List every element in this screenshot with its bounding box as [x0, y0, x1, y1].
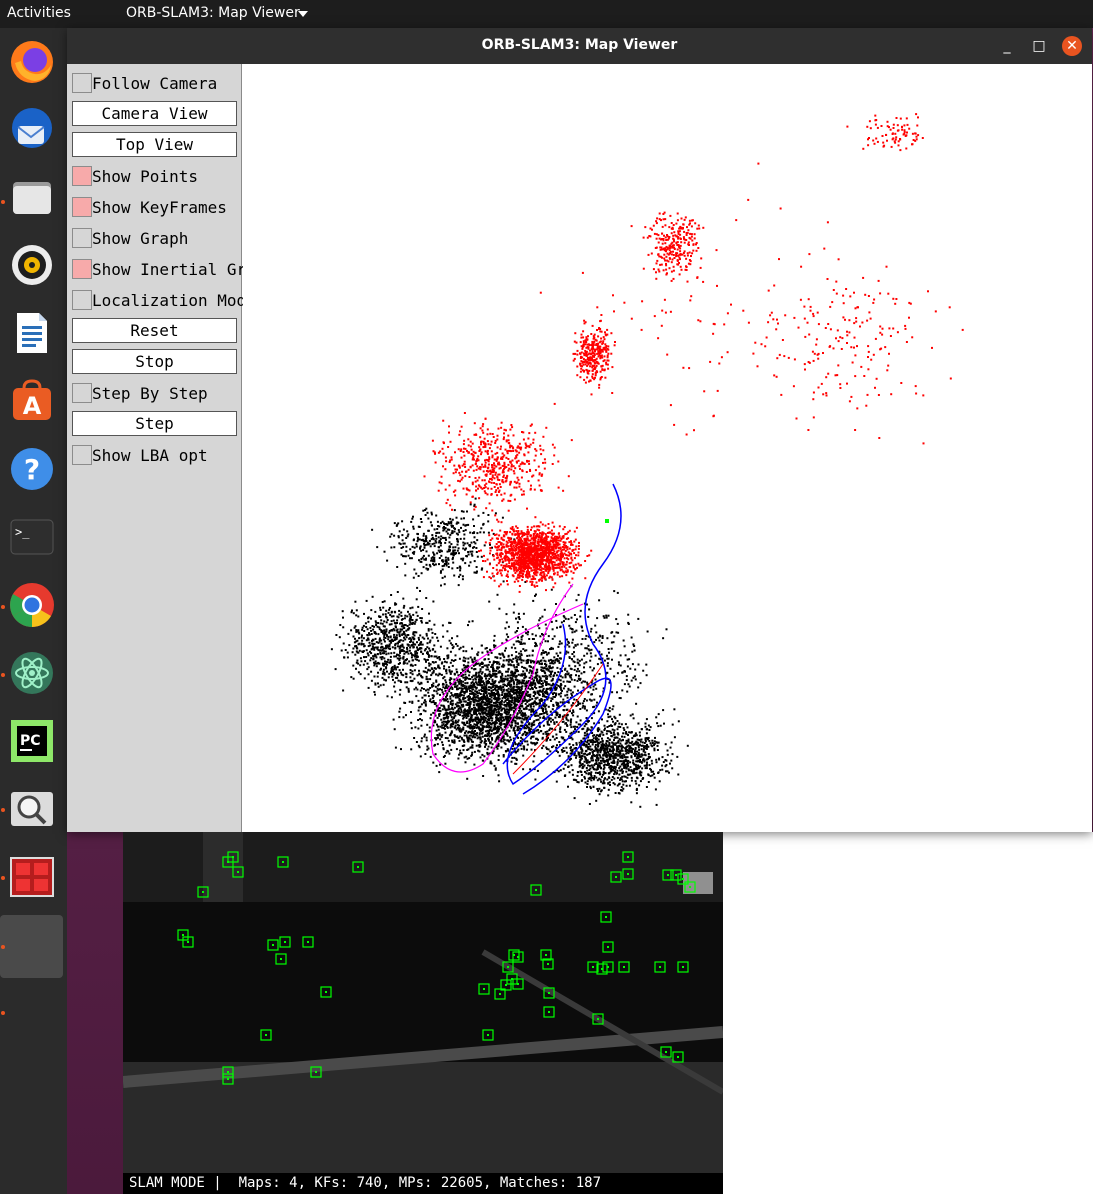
camera-view-button[interactable]: Camera View — [72, 101, 237, 126]
running-indicator — [1, 945, 5, 949]
desktop-blank-area — [723, 832, 1093, 1194]
top-view-button[interactable]: Top View — [72, 132, 237, 157]
show-keyframes-checkbox[interactable] — [72, 197, 92, 217]
show-inertial-graph-checkbox[interactable] — [72, 259, 92, 279]
software-icon[interactable]: A — [8, 377, 56, 425]
pycharm-glyph: PC — [20, 733, 41, 749]
show-points-checkbox[interactable] — [72, 166, 92, 186]
step-button[interactable]: Step — [72, 411, 237, 436]
show-lba-opt-checkbox[interactable] — [72, 445, 92, 465]
step-by-step-checkbox[interactable] — [72, 383, 92, 403]
follow-camera-row[interactable]: Follow Camera — [72, 71, 217, 95]
dock: A ? >_ PC — [0, 28, 67, 1194]
help-icon[interactable]: ? — [8, 445, 56, 493]
map-viewer-window: ORB-SLAM3: Map Viewer _ □ ✕ Follow Camer… — [67, 28, 1092, 832]
show-graph-checkbox[interactable] — [72, 228, 92, 248]
app-menu[interactable]: ORB-SLAM3: Map Viewer — [126, 5, 300, 21]
app-menu-dropdown-icon[interactable] — [298, 11, 308, 17]
chrome-icon[interactable] — [8, 581, 56, 629]
current-frame-view — [123, 832, 723, 1194]
dock-active-item[interactable] — [0, 915, 63, 978]
monitor-icon[interactable] — [8, 853, 56, 901]
map-3d-view[interactable] — [243, 64, 1091, 832]
show-lba-opt-label: Show LBA opt — [92, 445, 208, 465]
camera-frame-image — [123, 832, 723, 1194]
slam-status-bar: SLAM MODE | Maps: 4, KFs: 740, MPs: 2260… — [123, 1173, 723, 1194]
rhythmbox-icon[interactable] — [8, 241, 56, 289]
reset-button[interactable]: Reset — [72, 318, 237, 343]
window-titlebar[interactable]: ORB-SLAM3: Map Viewer _ □ ✕ — [67, 28, 1092, 64]
localization-mode-label: Localization Mode — [92, 290, 256, 310]
show-keyframes-row[interactable]: Show KeyFrames — [72, 195, 227, 219]
running-indicator — [1, 1011, 5, 1015]
show-points-row[interactable]: Show Points — [72, 164, 198, 188]
firefox-icon[interactable] — [8, 38, 56, 86]
running-indicator — [1, 200, 5, 204]
follow-camera-checkbox[interactable] — [72, 73, 92, 93]
follow-camera-label: Follow Camera — [92, 73, 218, 93]
show-lba-opt-row[interactable]: Show LBA opt — [72, 443, 208, 467]
control-panel: Follow Camera Camera View Top View Show … — [67, 64, 275, 832]
top-bar: Activities ORB-SLAM3: Map Viewer — [0, 0, 1093, 28]
show-points-label: Show Points — [92, 166, 198, 186]
localization-mode-checkbox[interactable] — [72, 290, 92, 310]
running-indicator — [1, 673, 5, 677]
localization-mode-row[interactable]: Localization Mode — [72, 288, 256, 312]
window-title: ORB-SLAM3: Map Viewer — [481, 37, 678, 53]
terminal-icon[interactable]: >_ — [8, 513, 56, 561]
show-graph-label: Show Graph — [92, 228, 189, 248]
point-cloud-rendering — [330, 113, 964, 808]
svg-text:A: A — [23, 392, 42, 420]
pycharm-icon[interactable]: PC — [8, 717, 56, 765]
help-glyph: ? — [24, 453, 40, 486]
terminal-glyph: >_ — [15, 525, 30, 539]
step-by-step-label: Step By Step — [92, 383, 208, 403]
stop-button[interactable]: Stop — [72, 349, 237, 374]
show-keyframes-label: Show KeyFrames — [92, 197, 227, 217]
writer-icon[interactable] — [8, 309, 56, 357]
close-button[interactable]: ✕ — [1062, 36, 1082, 56]
minimize-button[interactable]: _ — [997, 36, 1017, 56]
running-indicator — [1, 605, 5, 609]
activities-button[interactable]: Activities — [7, 5, 71, 21]
thunderbird-icon[interactable] — [8, 105, 56, 153]
running-indicator — [1, 876, 5, 880]
show-graph-row[interactable]: Show Graph — [72, 226, 188, 250]
files-icon[interactable] — [8, 173, 56, 221]
magnifier-icon[interactable] — [8, 785, 56, 833]
maximize-button[interactable]: □ — [1029, 36, 1049, 56]
step-by-step-row[interactable]: Step By Step — [72, 381, 208, 405]
running-indicator — [1, 808, 5, 812]
atom-icon[interactable] — [8, 649, 56, 697]
